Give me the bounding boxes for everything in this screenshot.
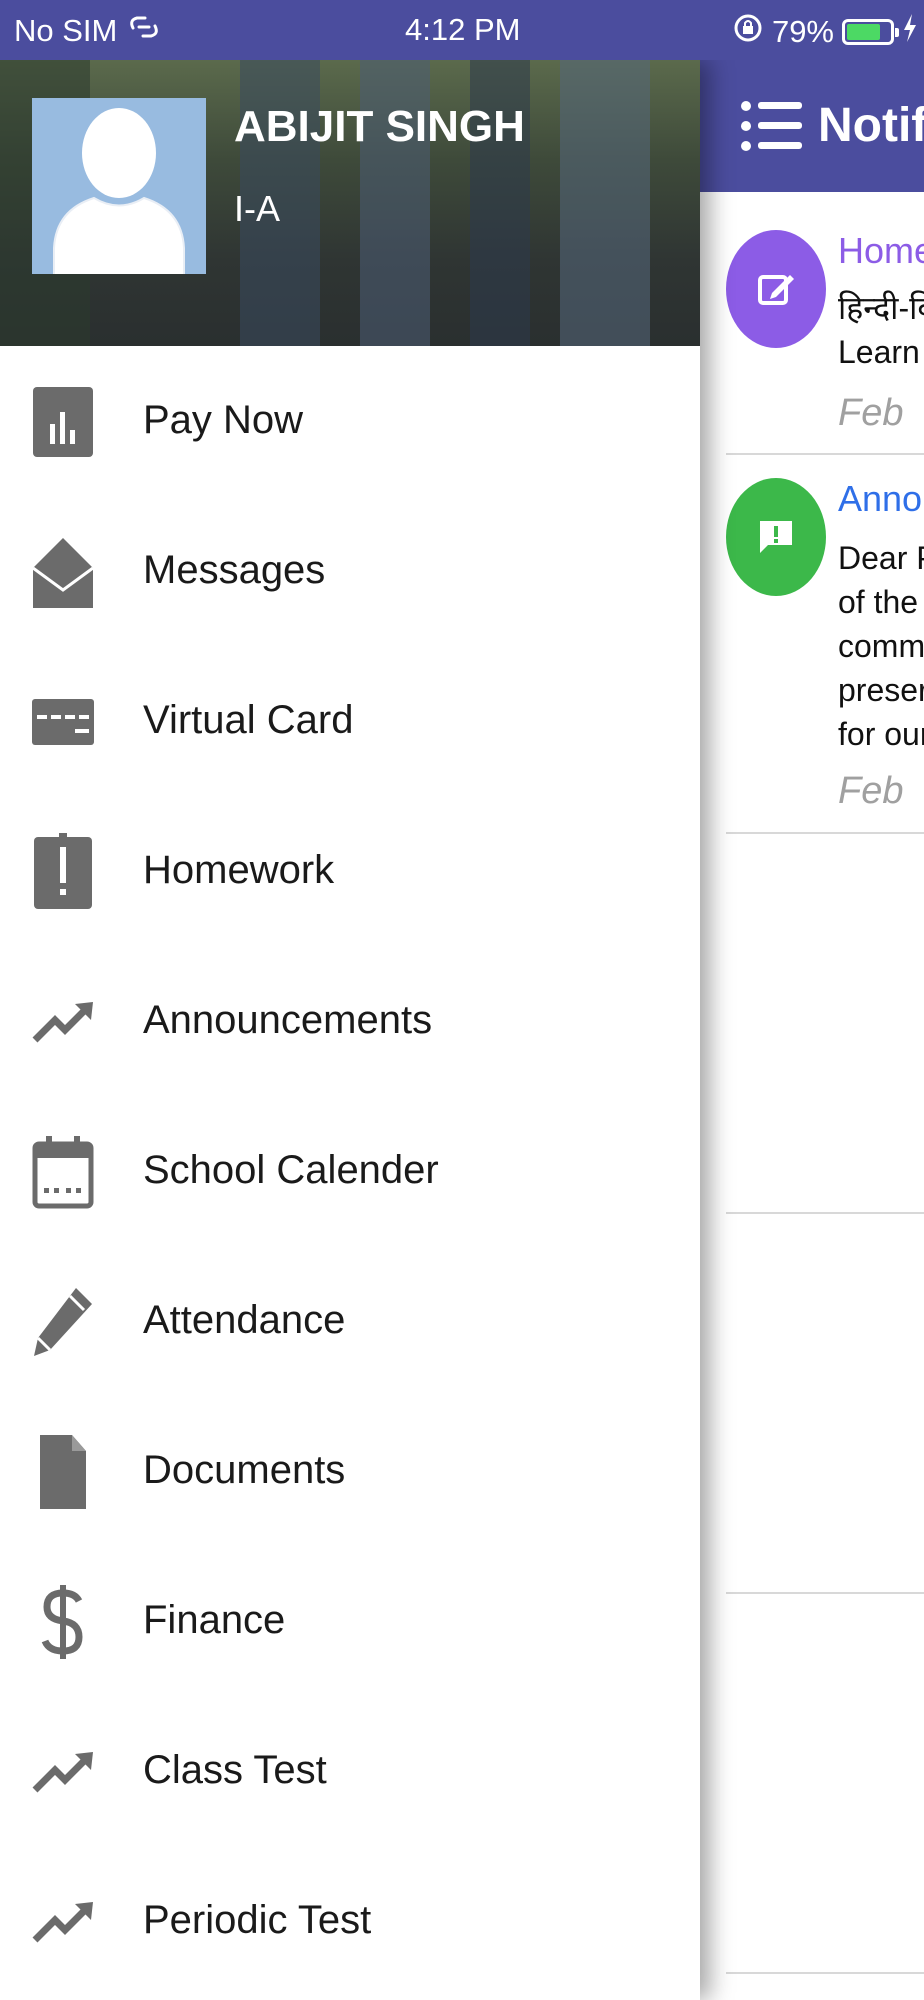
charging-icon [902,14,918,50]
notification-item[interactable]: Annou Dear P of the comm preser for our … [726,472,924,832]
menu-item-label: Periodic Test [143,1898,372,1942]
trending-up-icon [28,984,98,1060]
notifications-screen: Notifi Home हिन्दी-वि Learn Feb Annou De… [700,60,924,2000]
card-icon [28,684,98,760]
drawer-header: ABIJIT SINGH I-A [0,60,700,346]
pencil-icon [28,1284,98,1360]
menu-item-periodic-test[interactable]: Periodic Test [0,1846,700,1996]
menu-item-label: Homework [143,848,335,892]
navigation-drawer: ABIJIT SINGH I-A Pay Now Messages Virtua… [0,60,700,2000]
menu-item-school-calender[interactable]: School Calender [0,1096,700,1246]
avatar[interactable] [32,98,206,274]
notification-item[interactable]: Home हिन्दी-वि Learn Feb [726,224,924,434]
user-class: I-A [234,188,281,229]
dollar-icon [28,1584,98,1660]
user-name: ABIJIT SINGH [234,102,525,151]
status-right: 79% [732,12,918,52]
menu-item-label: Pay Now [143,398,304,442]
notifications-header: Notifi [700,60,924,192]
notification-line: Learn [838,334,920,370]
notification-title: Home [838,230,924,271]
menu-item-pay-now[interactable]: Pay Now [0,346,700,496]
menu-item-class-test[interactable]: Class Test [0,1696,700,1846]
menu-item-announcements[interactable]: Announcements [0,946,700,1096]
battery-icon [842,19,899,45]
divider [726,453,924,455]
menu-item-virtual-card[interactable]: Virtual Card [0,646,700,796]
rotation-lock-icon [732,12,764,52]
menu-item-attendance[interactable]: Attendance [0,1246,700,1396]
edit-icon [726,230,826,348]
envelope-open-icon [28,534,98,610]
menu-item-documents[interactable]: Documents [0,1396,700,1546]
divider [726,832,924,834]
notification-line: preser [838,672,924,708]
notification-line: Dear P [838,540,924,576]
carrier-label: No SIM [14,13,118,48]
menu-item-label: Messages [143,548,326,592]
menu-item-homework[interactable]: Homework [0,796,700,946]
document-icon [28,1434,98,1510]
menu-item-label: Virtual Card [143,698,354,742]
menu-item-messages[interactable]: Messages [0,496,700,646]
status-bar: No SIM 4:12 PM 79% [0,0,924,60]
calendar-icon [28,1134,98,1210]
notification-line: comm [838,628,924,664]
menu-item-label: Finance [143,1598,286,1642]
notification-line: हिन्दी-वि [838,290,924,326]
screen-title: Notifi [818,99,924,152]
bar-chart-icon [28,384,98,460]
battery-fill [847,24,880,40]
hamburger-menu-icon[interactable] [740,98,802,154]
menu-item-label: Documents [143,1448,346,1492]
menu-item-finance[interactable]: Finance [0,1546,700,1696]
notification-line: of the [838,584,919,620]
notification-date: Feb [838,392,904,434]
status-time: 4:12 PM [405,12,521,47]
menu-item-label: School Calender [143,1148,439,1192]
menu-item-label: Announcements [143,998,433,1042]
battery-percent: 79% [771,14,834,49]
notification-date: Feb [838,770,904,812]
divider [726,1212,924,1214]
status-left: No SIM [14,12,161,50]
menu-item-label: Attendance [143,1298,346,1342]
divider [726,1592,924,1594]
trending-up-icon [28,1884,98,1960]
trending-up-icon [28,1734,98,1810]
exclamation-clipboard-icon [28,833,98,910]
link-icon [127,12,161,50]
alert-message-icon [726,478,826,596]
notification-line: for our [838,716,924,752]
divider [726,1972,924,1974]
notification-title: Annou [838,478,924,519]
menu-item-label: Class Test [143,1748,327,1792]
